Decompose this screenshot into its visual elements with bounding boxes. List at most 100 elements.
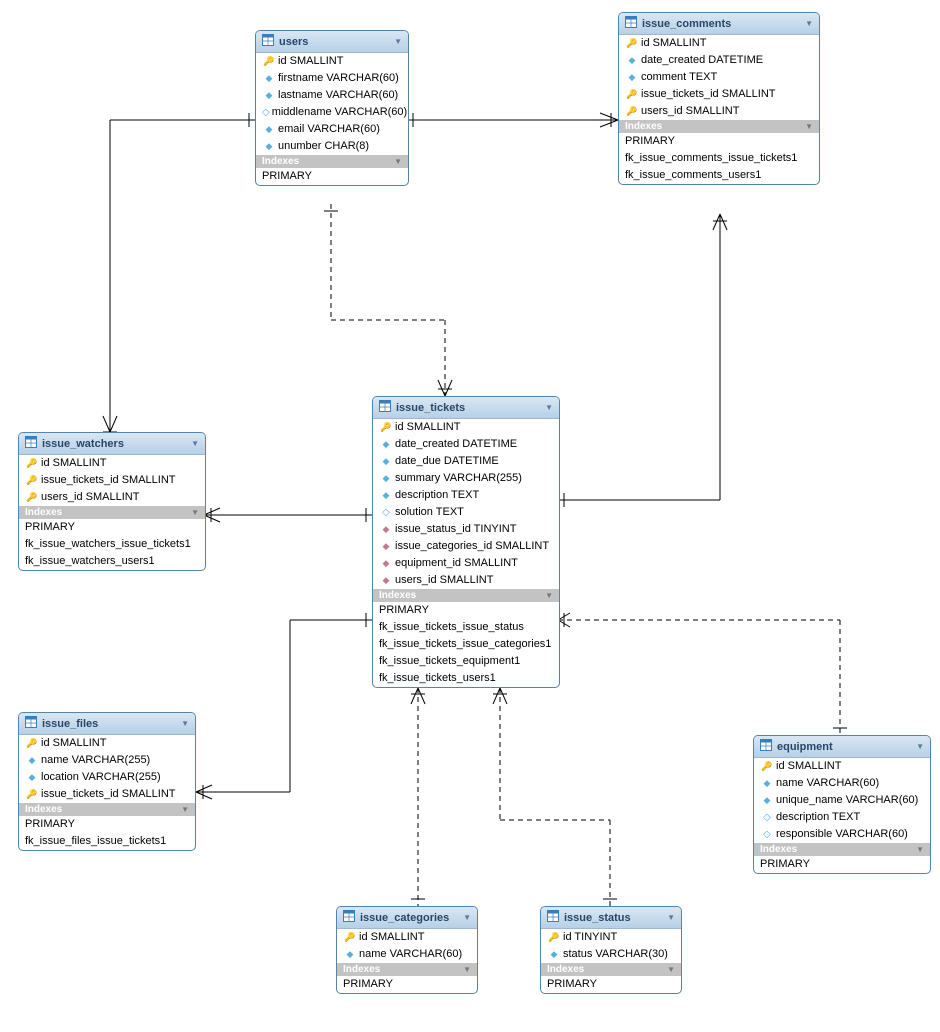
table-users[interactable]: users▼id SMALLINTfirstname VARCHAR(60)la…: [255, 30, 409, 186]
table-icon: [25, 436, 37, 448]
column-filled-icon: [625, 53, 639, 68]
columns-list: id SMALLINTfirstname VARCHAR(60)lastname…: [256, 53, 408, 155]
table-icon: [547, 910, 559, 922]
column-filled-icon: [262, 71, 276, 86]
table-title: issue_categories: [360, 912, 449, 924]
er-diagram-canvas: users▼id SMALLINTfirstname VARCHAR(60)la…: [0, 0, 940, 1032]
fk-icon: [379, 573, 393, 588]
table-column: issue_tickets_id SMALLINT: [619, 86, 819, 103]
column-filled-icon: [547, 947, 561, 962]
column-filled-icon: [25, 770, 39, 785]
key-icon: [379, 420, 393, 435]
table-column: lastname VARCHAR(60): [256, 87, 408, 104]
table-icon: [625, 16, 637, 28]
table-column: unique_name VARCHAR(60): [754, 792, 930, 809]
indexes-header[interactable]: Indexes▼: [19, 506, 205, 519]
table-header[interactable]: issue_tickets▼: [373, 397, 559, 419]
table-title: issue_files: [42, 718, 98, 730]
key-icon: [25, 490, 39, 505]
chevron-down-icon: ▼: [916, 845, 924, 854]
indexes-header[interactable]: Indexes▼: [373, 589, 559, 602]
column-filled-icon: [625, 70, 639, 85]
table-column: users_id SMALLINT: [373, 572, 559, 589]
table-title: issue_comments: [642, 18, 731, 30]
table-header[interactable]: issue_categories ▼: [337, 907, 477, 929]
column-filled-icon: [379, 488, 393, 503]
fk-icon: [379, 556, 393, 571]
index-row: fk_issue_comments_users1: [619, 167, 819, 184]
table-header[interactable]: users▼: [256, 31, 408, 53]
indexes-header[interactable]: Indexes▼: [541, 963, 681, 976]
index-row: PRIMARY: [337, 976, 477, 993]
table-column: email VARCHAR(60): [256, 121, 408, 138]
column-filled-icon: [760, 793, 774, 808]
key-icon: [625, 104, 639, 119]
table-column: id SMALLINT: [19, 735, 195, 752]
table-icon: [343, 910, 355, 922]
table-header[interactable]: issue_status▼: [541, 907, 681, 929]
table-title: equipment: [777, 741, 833, 753]
index-row: fk_issue_tickets_issue_categories1: [373, 636, 559, 653]
chevron-down-icon: ▼: [181, 719, 189, 728]
table-icon: [379, 400, 391, 412]
table-column: solution TEXT: [373, 504, 559, 521]
table-column: date_created DATETIME: [373, 436, 559, 453]
table-issue_status[interactable]: issue_status▼id TINYINTstatus VARCHAR(30…: [540, 906, 682, 994]
table-issue_categories[interactable]: issue_categories ▼ id SMALLINTname VARCHAR…: [336, 906, 478, 994]
column-icon: [760, 810, 774, 825]
column-filled-icon: [343, 947, 357, 962]
column-icon: [760, 827, 774, 842]
indexes-header[interactable]: Indexes▼: [337, 963, 477, 976]
table-issue_comments[interactable]: issue_comments▼id SMALLINTdate_created D…: [618, 12, 820, 185]
table-column: users_id SMALLINT: [19, 489, 205, 506]
chevron-down-icon: ▼: [805, 122, 813, 131]
chevron-down-icon: ▼: [394, 157, 402, 166]
column-filled-icon: [760, 776, 774, 791]
key-icon: [25, 787, 39, 802]
column-icon: [379, 505, 393, 520]
chevron-down-icon: ▼: [191, 439, 199, 448]
table-column: id SMALLINT: [19, 455, 205, 472]
table-column: id SMALLINT: [337, 929, 477, 946]
chevron-down-icon: ▼: [916, 742, 924, 751]
key-icon: [547, 930, 561, 945]
index-row: PRIMARY: [256, 168, 408, 185]
table-header[interactable]: issue_watchers▼: [19, 433, 205, 455]
index-row: PRIMARY: [754, 856, 930, 873]
table-equipment[interactable]: equipment▼id SMALLINTname VARCHAR(60)uni…: [753, 735, 931, 874]
table-column: date_due DATETIME: [373, 453, 559, 470]
table-header[interactable]: issue_comments▼: [619, 13, 819, 35]
column-filled-icon: [379, 454, 393, 469]
table-column: responsible VARCHAR(60): [754, 826, 930, 843]
table-title: users: [279, 36, 308, 48]
chevron-down-icon: ▼: [545, 403, 553, 412]
index-row: PRIMARY: [541, 976, 681, 993]
indexes-header[interactable]: Indexes▼: [619, 120, 819, 133]
table-issue_tickets[interactable]: issue_tickets▼id SMALLINTdate_created DA…: [372, 396, 560, 688]
table-column: firstname VARCHAR(60): [256, 70, 408, 87]
column-icon: [262, 105, 270, 120]
table-header[interactable]: issue_files ▼: [19, 713, 195, 735]
table-icon: [760, 739, 772, 751]
indexes-header[interactable]: Indexes▼: [754, 843, 930, 856]
table-column: id TINYINT: [541, 929, 681, 946]
columns-list: id SMALLINTname VARCHAR(60): [337, 929, 477, 963]
indexes-header[interactable]: Indexes▼: [19, 803, 195, 816]
column-filled-icon: [262, 88, 276, 103]
table-column: name VARCHAR(60): [337, 946, 477, 963]
table-issue_watchers[interactable]: issue_watchers▼id SMALLINTissue_tickets_…: [18, 432, 206, 571]
index-row: PRIMARY: [19, 519, 205, 536]
chevron-down-icon: ▼: [463, 913, 471, 922]
table-issue_files[interactable]: issue_files▼id SMALLINTname VARCHAR(255)…: [18, 712, 196, 851]
indexes-header[interactable]: Indexes▼: [256, 155, 408, 168]
index-row: fk_issue_files_issue_tickets1: [19, 833, 195, 850]
table-header[interactable]: equipment ▼: [754, 736, 930, 758]
table-title: issue_status: [564, 912, 631, 924]
table-column: description TEXT: [373, 487, 559, 504]
table-column: id SMALLINT: [373, 419, 559, 436]
chevron-down-icon: ▼: [667, 965, 675, 974]
table-column: comment TEXT: [619, 69, 819, 86]
chevron-down-icon: ▼: [191, 508, 199, 517]
table-icon: [25, 716, 37, 728]
column-filled-icon: [25, 753, 39, 768]
